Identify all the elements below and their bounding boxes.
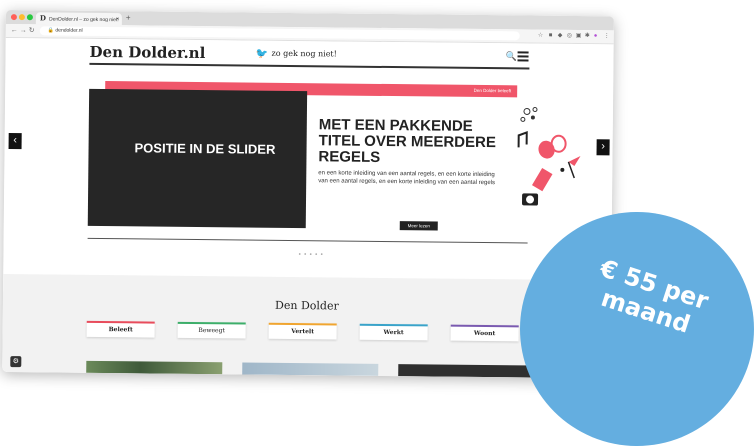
reload-icon[interactable]: ↻ [29, 25, 35, 36]
category-color-bar [359, 323, 428, 327]
category-label: Vertelt [291, 328, 315, 336]
category-color-bar [177, 321, 246, 325]
slider-prev-button[interactable]: ‹ [8, 133, 22, 150]
slider-next-button[interactable]: › [596, 139, 610, 156]
price-badge [520, 212, 754, 446]
slide-badge: Den Dolder beleeft [473, 87, 512, 94]
extension-icon[interactable]: ✱ [585, 32, 590, 41]
category-button-beleeft[interactable]: Beleeft [86, 320, 155, 338]
category-button-vertelt[interactable]: Vertelt [268, 322, 337, 340]
extension-icon[interactable]: ◎ [567, 32, 572, 41]
slide-intro: en een korte inleiding van een aantal re… [318, 170, 496, 187]
theatre-mask-icon [538, 134, 567, 159]
article-thumbnail[interactable] [86, 360, 223, 375]
close-tab-icon[interactable]: × [116, 13, 119, 25]
slider-divider [87, 237, 528, 244]
music-note-icon [517, 131, 528, 148]
search-icon[interactable]: 🔍 [505, 51, 516, 62]
category-color-bar [268, 322, 337, 326]
site-logo[interactable]: Den Dolder.nl [89, 43, 205, 62]
header-divider [89, 62, 530, 69]
bookmark-star-icon[interactable]: ☆ [538, 32, 543, 41]
category-button-werkt[interactable]: Werkt [359, 323, 428, 341]
new-tab-button[interactable]: + [126, 11, 131, 25]
browser-menu-icon[interactable]: ⋮ [604, 32, 610, 41]
category-label: Werkt [383, 328, 404, 337]
flag-icon [567, 156, 581, 179]
extension-icon[interactable]: ▣ [576, 32, 582, 41]
maximize-window-button[interactable] [26, 14, 33, 21]
tab-title: DenDolder.nl – zo gek nog niet! [48, 16, 119, 24]
site-tagline: zo gek nog niet! [271, 48, 337, 59]
events-illustration [517, 107, 581, 206]
extension-icon[interactable]: ■ [549, 32, 553, 41]
section-title: Den Dolder [275, 298, 339, 313]
browser-tab[interactable]: D DenDolder.nl – zo gek nog niet! × [35, 12, 122, 26]
favicon-icon: D [39, 13, 47, 23]
read-more-button[interactable]: Meer lezen [399, 221, 438, 231]
confetti-icon [520, 107, 538, 122]
article-thumbnail[interactable] [398, 364, 535, 378]
minimize-window-button[interactable] [18, 14, 25, 21]
slide-placeholder-text: POSITIE IN DE SLIDER [134, 140, 276, 157]
lock-icon: 🔒 [47, 27, 55, 34]
profile-avatar-icon[interactable]: ● [594, 32, 598, 41]
slider-pagination-dots[interactable]: ● ● ● ● ● [298, 251, 324, 256]
category-label: Woont [473, 329, 496, 338]
category-color-bar [86, 320, 155, 324]
category-label: Beleeft [108, 326, 133, 334]
bird-icon: 🐦 [255, 48, 269, 60]
extension-icon[interactable]: ◆ [558, 32, 563, 41]
camera-icon [522, 193, 539, 206]
url-text: dendolder.nl [55, 27, 83, 34]
settings-gear-icon[interactable]: ⚙ [10, 356, 22, 368]
category-label: Beweegt [198, 327, 225, 335]
forward-icon[interactable]: → [20, 25, 27, 36]
article-thumbnail[interactable] [242, 362, 379, 376]
category-button-beweegt[interactable]: Beweegt [177, 321, 246, 339]
close-window-button[interactable] [10, 14, 17, 21]
category-color-bar [450, 324, 519, 328]
slide-title[interactable]: MET EEN PAKKENDE TITEL OVER MEERDERE REG… [318, 116, 508, 167]
slide-image[interactable] [87, 88, 308, 229]
ticket-icon [531, 167, 553, 192]
back-icon[interactable]: ← [11, 25, 18, 36]
category-button-woont[interactable]: Woont [450, 324, 519, 342]
hamburger-menu-icon[interactable] [517, 51, 529, 63]
